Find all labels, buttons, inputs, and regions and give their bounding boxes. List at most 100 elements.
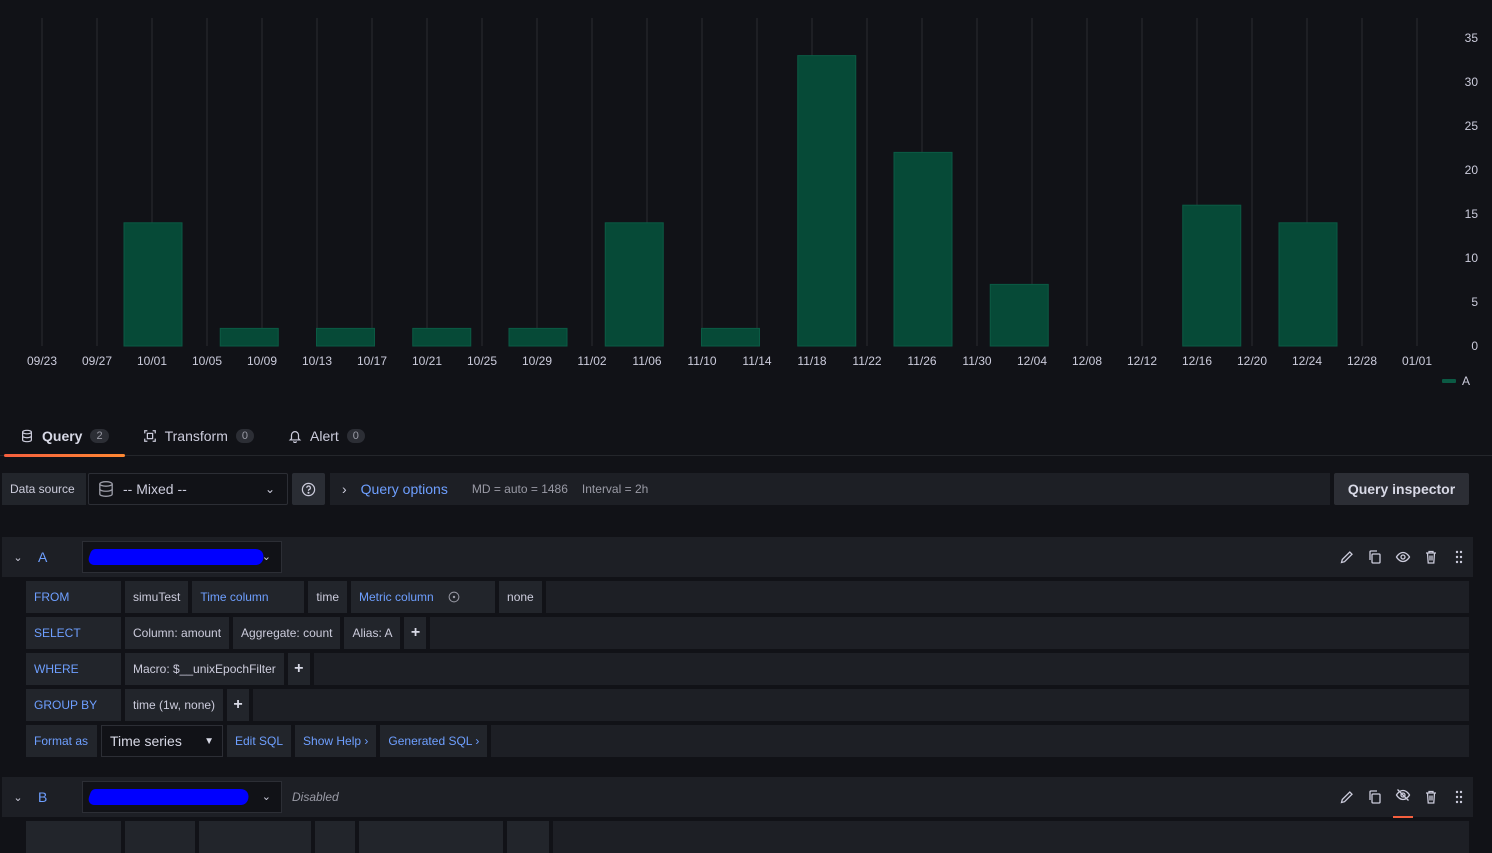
query-b-datasource-select[interactable]: ⌄ xyxy=(82,781,282,813)
query-b-from-row xyxy=(26,821,1469,853)
from-table[interactable]: simuTest xyxy=(125,581,189,613)
disable-toggle[interactable] xyxy=(1393,787,1413,818)
x-tick-label: 10/01 xyxy=(137,354,167,368)
time-series-chart[interactable]: 09/23 09/27 10/01 10/05 10/09 10/13 10/17 10/21… xyxy=(0,0,1492,400)
duplicate-icon[interactable] xyxy=(1367,789,1383,805)
edit-icon[interactable] xyxy=(1339,789,1355,805)
bar xyxy=(893,151,953,347)
query-b-row-cell xyxy=(125,821,195,853)
query-a-datasource-select[interactable]: ⌄ xyxy=(82,541,282,573)
y-tick-label: 25 xyxy=(1465,119,1479,133)
eye-icon[interactable] xyxy=(1395,549,1411,565)
chart-legend[interactable]: A xyxy=(1441,374,1470,388)
query-b-status: Disabled xyxy=(292,790,339,804)
trash-icon[interactable] xyxy=(1423,549,1439,565)
chevron-down-icon: ⌄ xyxy=(264,482,275,496)
metric-column-label-text: Metric column xyxy=(359,590,434,604)
transform-icon xyxy=(143,430,156,442)
editor-tabs: Query 2 Transform 0 Alert 0 xyxy=(0,418,1492,457)
x-tick-label: 10/13 xyxy=(302,354,332,368)
eye-slash-icon xyxy=(1395,788,1411,801)
tab-alert[interactable]: Alert 0 xyxy=(270,418,381,456)
select-column[interactable]: Column: amount xyxy=(125,617,230,649)
chevron-right-icon: › xyxy=(342,481,347,497)
query-options-interval: Interval = 2h xyxy=(581,482,649,496)
add-where-button[interactable]: + xyxy=(287,653,310,685)
tab-transform[interactable]: Transform 0 xyxy=(125,418,270,456)
legend-label: A xyxy=(1461,374,1470,388)
format-select-value: Time series xyxy=(110,733,182,749)
query-b-name[interactable]: B xyxy=(34,789,82,805)
x-tick-label: 09/23 xyxy=(27,354,57,368)
time-column-value[interactable]: time xyxy=(308,581,348,613)
y-tick-label: 20 xyxy=(1465,163,1479,177)
format-row: Format as Time series ▼ Edit SQL Show He… xyxy=(26,725,1469,757)
add-group-by-button[interactable]: + xyxy=(227,689,250,721)
drag-handle-icon[interactable] xyxy=(1451,789,1467,805)
datasource-select[interactable]: -- Mixed -- ⌄ xyxy=(88,473,288,505)
query-options-bar[interactable]: › Query options MD = auto = 1486 Interva… xyxy=(330,473,1330,505)
edit-sql-button[interactable]: Edit SQL xyxy=(227,725,292,757)
y-tick-label: 10 xyxy=(1465,251,1479,265)
bar xyxy=(508,327,568,347)
query-b-row-cell xyxy=(315,821,355,853)
show-help-button[interactable]: Show Help › xyxy=(295,725,377,757)
where-row: WHERE Macro: $__unixEpochFilter + xyxy=(26,653,1469,685)
x-tick-label: 10/09 xyxy=(247,354,277,368)
tab-query[interactable]: Query 2 xyxy=(2,418,125,457)
generated-sql-button[interactable]: Generated SQL › xyxy=(380,725,488,757)
help-button[interactable] xyxy=(292,473,325,505)
x-tick-label: 12/04 xyxy=(1017,354,1047,368)
metric-column-value[interactable]: none xyxy=(499,581,542,613)
select-filler xyxy=(430,617,1469,649)
bar-chart-svg: 09/23 09/27 10/01 10/05 10/09 10/13 10/17 10/21… xyxy=(27,18,1479,368)
x-tick-label: 11/22 xyxy=(852,354,881,368)
select-aggregate[interactable]: Aggregate: count xyxy=(233,617,341,649)
y-tick-label: 30 xyxy=(1465,75,1479,89)
add-select-button[interactable]: + xyxy=(404,617,427,649)
x-tick-label: 12/16 xyxy=(1182,354,1212,368)
group-by-row: GROUP BY time (1w, none) + xyxy=(26,689,1469,721)
datasource-label: Data source xyxy=(2,473,86,505)
tab-alert-label: Alert xyxy=(310,428,339,444)
x-tick-label: 12/20 xyxy=(1237,354,1267,368)
metric-column-label: Metric column xyxy=(351,581,496,613)
query-b-row-cell xyxy=(507,821,549,853)
collapse-icon[interactable]: ⌄ xyxy=(2,551,34,564)
query-a-actions xyxy=(1339,537,1467,577)
format-select[interactable]: Time series ▼ xyxy=(101,725,223,757)
legend-swatch xyxy=(1441,379,1456,383)
tab-transform-count: 0 xyxy=(235,429,254,443)
collapse-icon[interactable]: ⌄ xyxy=(2,791,34,804)
query-a-name[interactable]: A xyxy=(34,549,82,565)
chevron-down-icon: ⌄ xyxy=(261,551,271,563)
datasource-value: -- Mixed -- xyxy=(123,481,187,497)
x-tick-label: 11/18 xyxy=(797,354,826,368)
y-tick-label: 0 xyxy=(1471,339,1478,353)
group-by-value[interactable]: time (1w, none) xyxy=(125,689,224,721)
select-alias[interactable]: Alias: A xyxy=(344,617,401,649)
x-tick-label: 12/28 xyxy=(1347,354,1377,368)
drag-handle-icon[interactable] xyxy=(1451,549,1467,565)
x-tick-label: 12/24 xyxy=(1292,354,1322,368)
chevron-down-icon: ⌄ xyxy=(261,791,271,803)
x-tick-label: 11/14 xyxy=(742,354,771,368)
trash-icon[interactable] xyxy=(1423,789,1439,805)
edit-icon[interactable] xyxy=(1339,549,1355,565)
bar xyxy=(316,327,375,347)
x-tick-label: 10/17 xyxy=(357,354,387,368)
format-keyword: Format as xyxy=(26,725,97,757)
x-tick-label: 10/25 xyxy=(467,354,497,368)
query-inspector-button[interactable]: Query inspector xyxy=(1334,473,1469,505)
group-by-filler xyxy=(253,689,1469,721)
x-tick-label: 11/10 xyxy=(687,354,716,368)
x-tick-label: 01/01 xyxy=(1402,354,1432,368)
x-tick-label: 11/06 xyxy=(632,354,661,368)
bar xyxy=(604,222,664,347)
duplicate-icon[interactable] xyxy=(1367,549,1383,565)
y-tick-label: 5 xyxy=(1471,295,1478,309)
query-b-row-cell xyxy=(359,821,503,853)
from-filler xyxy=(545,581,1469,613)
where-macro[interactable]: Macro: $__unixEpochFilter xyxy=(125,653,284,685)
info-icon[interactable] xyxy=(448,591,460,603)
